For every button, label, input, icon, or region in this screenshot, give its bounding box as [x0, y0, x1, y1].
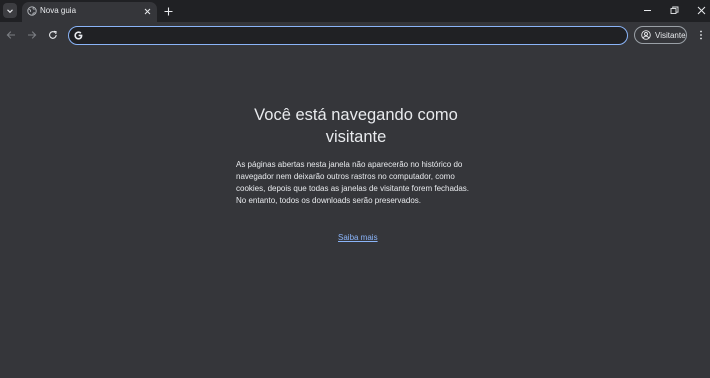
restore-icon [670, 6, 678, 14]
address-bar[interactable] [68, 26, 628, 45]
reload-button[interactable] [47, 29, 59, 41]
back-button[interactable] [5, 29, 17, 41]
chevron-down-icon [7, 8, 13, 13]
forward-button[interactable] [26, 29, 38, 41]
tab-close-button[interactable] [142, 6, 152, 16]
learn-more-link[interactable]: Saiba mais [338, 233, 378, 242]
globe-icon [27, 6, 37, 16]
tab-title: Nova guia [40, 6, 77, 15]
tab-strip: Nova guia [0, 0, 710, 22]
close-window-button[interactable] [694, 3, 708, 17]
arrow-left-icon [6, 31, 15, 39]
minimize-button[interactable] [640, 3, 654, 17]
tab-nova-guia[interactable]: Nova guia [22, 2, 157, 22]
close-icon [697, 6, 705, 14]
plus-icon [164, 7, 172, 15]
tab-search-button[interactable] [3, 3, 17, 18]
guest-page: Você está navegando como visitante As pá… [0, 50, 710, 378]
reload-icon [49, 30, 57, 39]
arrow-right-icon [28, 31, 37, 39]
profile-button[interactable]: Visitante [634, 26, 687, 44]
user-circle-icon [641, 30, 651, 40]
google-g-icon [74, 31, 83, 40]
page-description: As páginas abertas nesta janela não apar… [236, 160, 470, 205]
menu-button[interactable] [696, 29, 706, 41]
new-tab-button[interactable] [162, 5, 174, 17]
address-input[interactable] [89, 28, 619, 43]
minimize-icon [643, 9, 651, 11]
restore-button[interactable] [667, 3, 681, 17]
profile-label: Visitante [655, 30, 686, 40]
more-vertical-icon [700, 30, 702, 40]
close-icon [144, 8, 150, 14]
page-title: Você está navegando como visitante [254, 106, 458, 146]
